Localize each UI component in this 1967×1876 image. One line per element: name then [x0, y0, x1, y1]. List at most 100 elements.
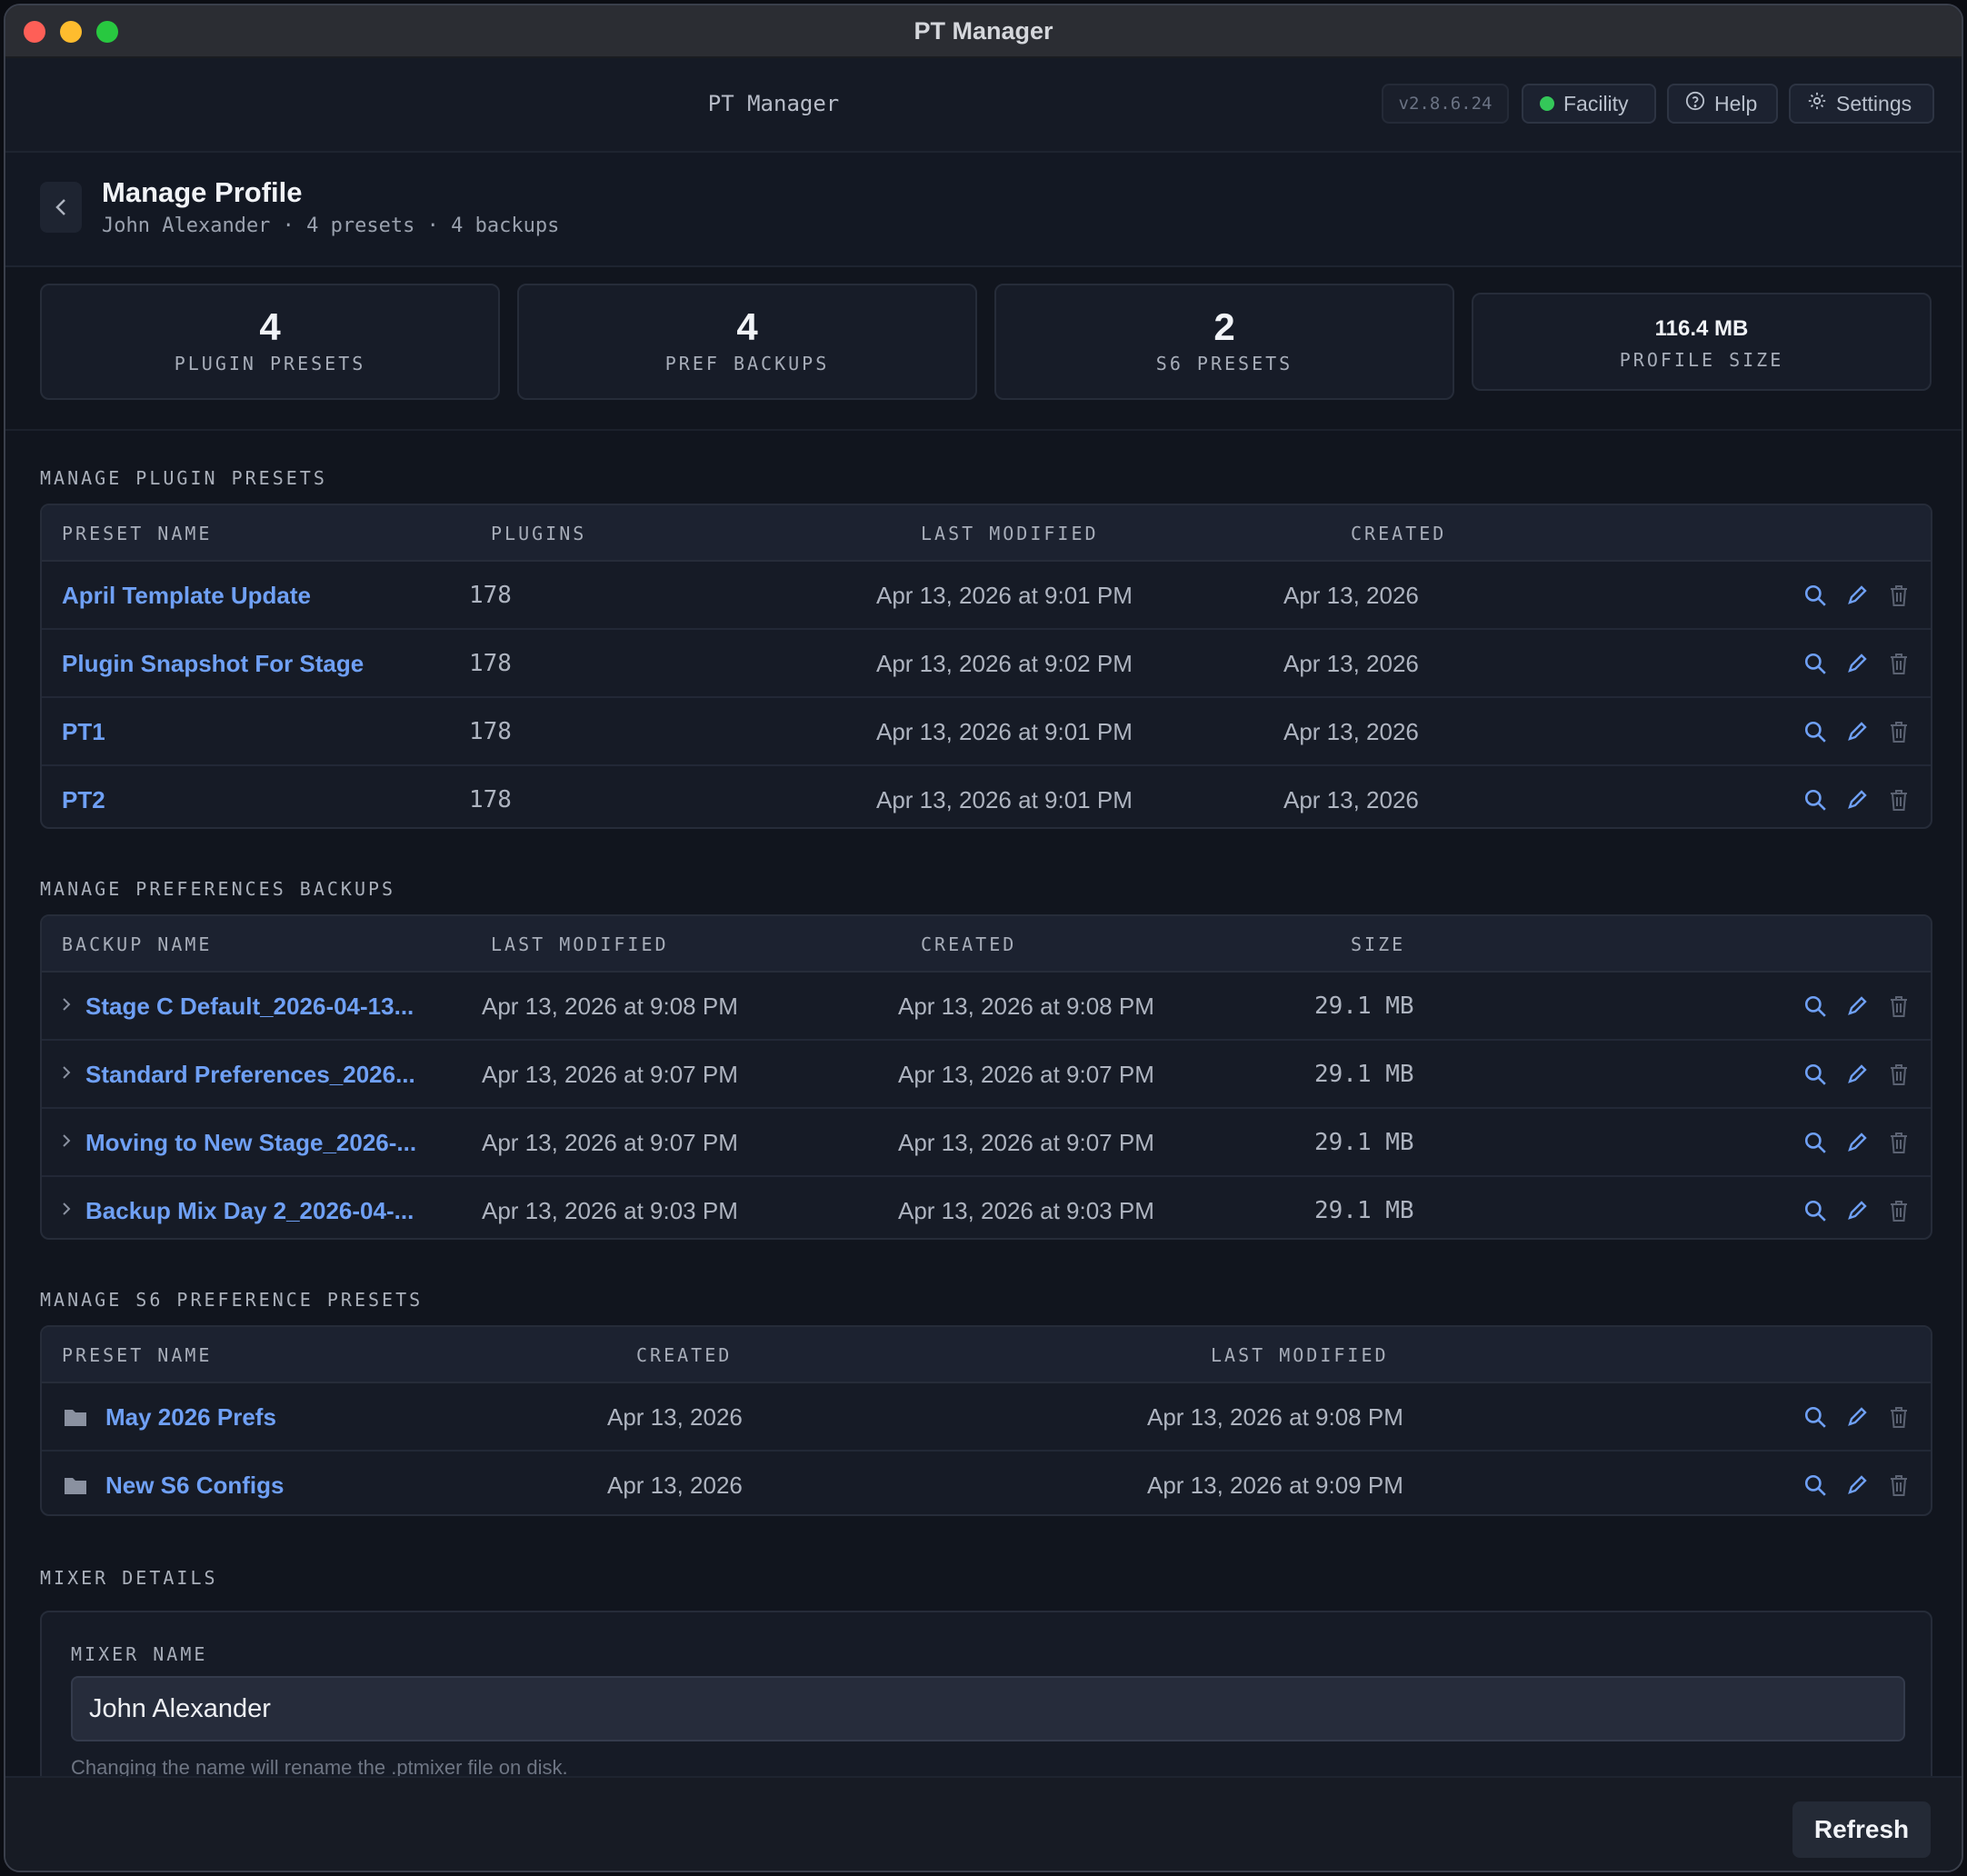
app-window: PT Manager PT Manager v2.8.6.24 Facility…	[4, 4, 1963, 1872]
table-row[interactable]: May 2026 Prefs Apr 13, 2026 Apr 13, 2026…	[42, 1383, 1931, 1452]
help-button[interactable]: Help	[1667, 84, 1778, 124]
row-actions	[1802, 1472, 1911, 1499]
trash-icon[interactable]	[1885, 582, 1912, 609]
app-header: PT Manager v2.8.6.24 Facility Help Setti…	[5, 58, 1962, 153]
pref-backups-table: BACKUP NAME LAST MODIFIED CREATED SIZE S…	[40, 914, 1932, 1240]
backup-name-link[interactable]: Backup Mix Day 2_2026-04-...	[85, 1197, 414, 1225]
folder-icon	[64, 1475, 87, 1500]
backup-name-link[interactable]: Standard Preferences_2026...	[85, 1061, 415, 1089]
stat-value: 116.4 MB	[1654, 316, 1749, 341]
trash-icon[interactable]	[1885, 993, 1912, 1020]
trash-icon[interactable]	[1885, 718, 1912, 745]
stat-value: 4	[736, 305, 758, 348]
last-modified: Apr 13, 2026 at 9:08 PM	[1147, 1403, 1403, 1431]
search-icon[interactable]	[1802, 1197, 1829, 1224]
last-modified: Apr 13, 2026 at 9:01 PM	[876, 786, 1133, 813]
created-date: Apr 13, 2026	[607, 1403, 743, 1431]
preset-name-link[interactable]: Plugin Snapshot For Stage	[62, 650, 364, 678]
mixer-name-input[interactable]	[71, 1676, 1905, 1741]
search-icon[interactable]	[1802, 1061, 1829, 1088]
column-header: PLUGINS	[491, 523, 587, 544]
table-row[interactable]: Moving to New Stage_2026-... Apr 13, 202…	[42, 1109, 1931, 1177]
pref-backups-section-title: MANAGE PREFERENCES BACKUPS	[40, 878, 396, 900]
pencil-icon[interactable]	[1843, 582, 1871, 609]
settings-button[interactable]: Settings	[1789, 84, 1934, 124]
back-button[interactable]	[40, 182, 82, 233]
table-row[interactable]: PT2 178 Apr 13, 2026 at 9:01 PM Apr 13, …	[42, 766, 1931, 827]
table-row[interactable]: Stage C Default_2026-04-13... Apr 13, 20…	[42, 973, 1931, 1041]
trash-icon[interactable]	[1885, 1197, 1912, 1224]
table-header: BACKUP NAME LAST MODIFIED CREATED SIZE	[42, 916, 1931, 973]
trash-icon[interactable]	[1885, 786, 1912, 813]
pencil-icon[interactable]	[1843, 993, 1871, 1020]
chevron-right-icon[interactable]	[60, 1199, 73, 1223]
s6-preset-name-link[interactable]: New S6 Configs	[105, 1472, 284, 1500]
pencil-icon[interactable]	[1843, 1061, 1871, 1088]
created-date: Apr 13, 2026 at 9:03 PM	[898, 1197, 1154, 1224]
stat-label: S6 PRESETS	[1155, 353, 1293, 374]
settings-label: Settings	[1836, 91, 1912, 115]
column-header: CREATED	[1351, 523, 1447, 544]
pencil-icon[interactable]	[1843, 1472, 1871, 1499]
table-row[interactable]: Plugin Snapshot For Stage 178 Apr 13, 20…	[42, 630, 1931, 698]
preset-name-link[interactable]: April Template Update	[62, 582, 311, 610]
trash-icon[interactable]	[1885, 1129, 1912, 1156]
table-row[interactable]: Standard Preferences_2026... Apr 13, 202…	[42, 1041, 1931, 1109]
pencil-icon[interactable]	[1843, 1129, 1871, 1156]
section-divider	[5, 429, 1962, 431]
stat-s6-presets: 2 S6 PRESETS	[994, 284, 1454, 400]
last-modified: Apr 13, 2026 at 9:07 PM	[482, 1129, 738, 1156]
refresh-button[interactable]: Refresh	[1792, 1801, 1931, 1858]
table-row[interactable]: Backup Mix Day 2_2026-04-... Apr 13, 202…	[42, 1177, 1931, 1238]
table-row[interactable]: April Template Update 178 Apr 13, 2026 a…	[42, 562, 1931, 630]
plugin-presets-table: PRESET NAME PLUGINS LAST MODIFIED CREATE…	[40, 504, 1932, 829]
pencil-icon[interactable]	[1843, 1403, 1871, 1431]
search-icon[interactable]	[1802, 650, 1829, 677]
trash-icon[interactable]	[1885, 1403, 1912, 1431]
facility-button[interactable]: Facility	[1522, 84, 1656, 124]
created-date: Apr 13, 2026	[1283, 718, 1419, 745]
search-icon[interactable]	[1802, 993, 1829, 1020]
backup-size: 29.1 MB	[1314, 1061, 1414, 1088]
s6-presets-section-title: MANAGE S6 PREFERENCE PRESETS	[40, 1289, 424, 1311]
pencil-icon[interactable]	[1843, 786, 1871, 813]
chevron-right-icon[interactable]	[60, 1063, 73, 1087]
chevron-right-icon[interactable]	[60, 1131, 73, 1155]
search-icon[interactable]	[1802, 582, 1829, 609]
column-header: CREATED	[636, 1344, 733, 1366]
row-actions	[1802, 582, 1911, 609]
s6-preset-name-link[interactable]: May 2026 Prefs	[105, 1403, 276, 1432]
stat-label: PROFILE SIZE	[1619, 349, 1784, 371]
pencil-icon[interactable]	[1843, 650, 1871, 677]
backup-name-link[interactable]: Stage C Default_2026-04-13...	[85, 993, 414, 1021]
trash-icon[interactable]	[1885, 650, 1912, 677]
created-date: Apr 13, 2026 at 9:07 PM	[898, 1061, 1154, 1088]
table-row[interactable]: PT1 178 Apr 13, 2026 at 9:01 PM Apr 13, …	[42, 698, 1931, 766]
search-icon[interactable]	[1802, 1403, 1829, 1431]
preset-name-link[interactable]: PT2	[62, 786, 105, 814]
trash-icon[interactable]	[1885, 1061, 1912, 1088]
search-icon[interactable]	[1802, 1472, 1829, 1499]
last-modified: Apr 13, 2026 at 9:03 PM	[482, 1197, 738, 1224]
help-icon	[1685, 91, 1705, 116]
last-modified: Apr 13, 2026 at 9:01 PM	[876, 718, 1133, 745]
backup-name-link[interactable]: Moving to New Stage_2026-...	[85, 1129, 416, 1157]
column-header: LAST MODIFIED	[1211, 1344, 1389, 1366]
last-modified: Apr 13, 2026 at 9:08 PM	[482, 993, 738, 1020]
search-icon[interactable]	[1802, 718, 1829, 745]
stat-label: PLUGIN PRESETS	[174, 353, 366, 374]
table-row[interactable]: New S6 Configs Apr 13, 2026 Apr 13, 2026…	[42, 1452, 1931, 1514]
chevron-right-icon[interactable]	[60, 994, 73, 1019]
page-subtitle: John Alexander · 4 presets · 4 backups	[102, 215, 560, 237]
plugin-presets-section-title: MANAGE PLUGIN PRESETS	[40, 467, 327, 489]
trash-icon[interactable]	[1885, 1472, 1912, 1499]
search-icon[interactable]	[1802, 1129, 1829, 1156]
created-date: Apr 13, 2026	[1283, 582, 1419, 609]
search-icon[interactable]	[1802, 786, 1829, 813]
pencil-icon[interactable]	[1843, 718, 1871, 745]
preset-name-link[interactable]: PT1	[62, 718, 105, 746]
title-bar: PT Manager	[5, 5, 1962, 58]
pencil-icon[interactable]	[1843, 1197, 1871, 1224]
created-date: Apr 13, 2026	[1283, 786, 1419, 813]
created-date: Apr 13, 2026 at 9:07 PM	[898, 1129, 1154, 1156]
